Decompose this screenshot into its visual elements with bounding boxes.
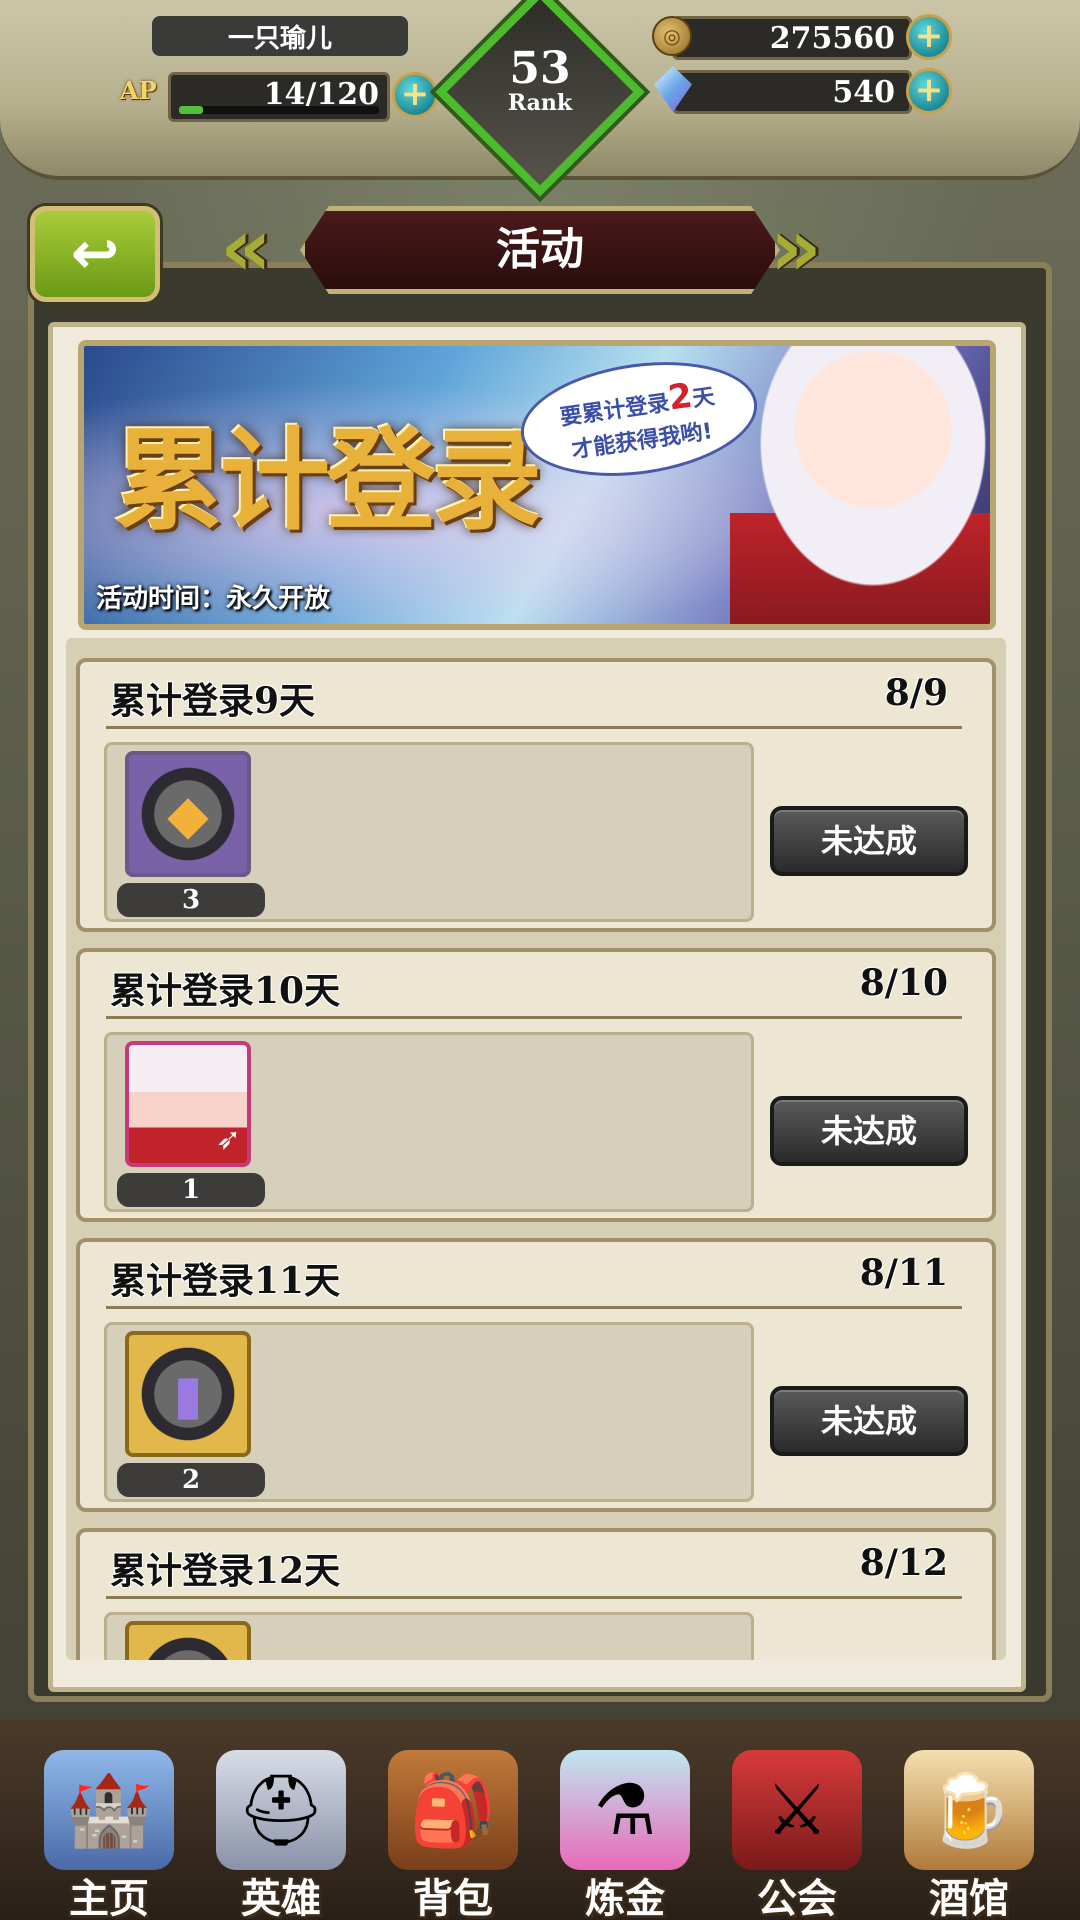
rank-number: 53 [509, 43, 571, 94]
purple-ticket-icon: ▮ [173, 1362, 203, 1426]
reward-card: 累计登录11天 8/11 ▮ 2 未达成 [76, 1238, 996, 1512]
reward-item-slot[interactable]: ▮ [125, 1331, 251, 1457]
back-arrow-icon: ↩ [70, 219, 120, 287]
crystal-shard-icon: ◆ [129, 1625, 247, 1661]
knight-helmet-icon: ⛑ [216, 1750, 346, 1870]
back-button[interactable]: ↩ [30, 206, 160, 302]
reward-list[interactable]: 累计登录9天 8/9 ◆ 3 未达成 累计登录10天 8/10 ➶ 1 未达成 … [66, 638, 1006, 1660]
gem-display: 540 [672, 70, 912, 114]
player-name: 一只瑜儿 [152, 16, 408, 56]
reward-card: 累计登录10天 8/10 ➶ 1 未达成 [76, 948, 996, 1222]
reward-item-count: 2 [117, 1463, 265, 1497]
reward-progress: 8/12 [859, 1542, 948, 1584]
nav-alchemy[interactable]: ⚗ 炼金 [540, 1720, 710, 1920]
claim-status-button[interactable]: 未达成 [770, 1386, 968, 1456]
divider [106, 1016, 962, 1019]
bottom-nav: 🏰 主页 ⛑ 英雄 🎒 背包 ⚗ 炼金 ⚔ 公会 🍺 酒馆 [0, 1720, 1080, 1920]
gem-value: 540 [832, 74, 895, 110]
castle-icon: 🏰 [44, 1750, 174, 1870]
chevron-right-decor-icon: » [770, 201, 822, 294]
reward-progress: 8/10 [859, 962, 948, 1004]
nav-tavern-label: 酒馆 [929, 1875, 1009, 1920]
reward-items-box: ➶ 1 [104, 1032, 754, 1212]
divider [106, 1306, 962, 1309]
gold-coin-icon: ◎ [652, 16, 692, 56]
ap-fill [179, 106, 203, 114]
gold-display: 275560 [672, 16, 912, 60]
nav-guild[interactable]: ⚔ 公会 [712, 1720, 882, 1920]
add-ap-button[interactable]: + [392, 72, 438, 118]
ap-label: AP [120, 76, 157, 105]
reward-title: 累计登录10天 [110, 970, 341, 1012]
reward-progress: 8/9 [884, 672, 948, 714]
reward-items-box: ◆ [104, 1612, 754, 1660]
reward-item-count: 3 [117, 883, 265, 917]
add-gold-button[interactable]: + [906, 14, 952, 60]
potion-icon: ⚗ [560, 1750, 690, 1870]
reward-progress: 8/11 [859, 1252, 948, 1294]
reward-item-count: 1 [117, 1173, 265, 1207]
event-time: 活动时间：永久开放 [96, 584, 331, 614]
amber-crystal-icon: ◆ [167, 782, 209, 846]
reward-items-box: ▮ 2 [104, 1322, 754, 1502]
nav-heroes-label: 英雄 [241, 1875, 321, 1920]
bubble-highlight: 2 [665, 375, 695, 419]
event-banner: 累计登录 要累计登录2天 才能获得我哟! 活动时间：永久开放 [78, 340, 996, 630]
rank-badge-text: 53 Rank [466, 43, 614, 116]
guild-shield-icon: ⚔ [732, 1750, 862, 1870]
rank-label: Rank [507, 90, 573, 116]
divider [106, 1596, 962, 1599]
claim-status-button[interactable]: 未达成 [770, 1096, 968, 1166]
backpack-icon: 🎒 [388, 1750, 518, 1870]
reward-card: 累计登录9天 8/9 ◆ 3 未达成 [76, 658, 996, 932]
ap-stamina-bar: 14/120 [168, 72, 390, 122]
nav-guild-label: 公会 [757, 1875, 837, 1920]
nav-alchemy-label: 炼金 [585, 1875, 665, 1920]
chevron-left-decor-icon: « [220, 201, 272, 294]
reward-items-box: ◆ 3 [104, 742, 754, 922]
reward-card: 累计登录12天 8/12 ◆ [76, 1528, 996, 1660]
reward-item-slot[interactable]: ➶ [125, 1041, 251, 1167]
reward-item-slot[interactable]: ◆ [125, 751, 251, 877]
divider [106, 726, 962, 729]
gold-value: 275560 [769, 20, 895, 56]
claim-status-button[interactable]: 未达成 [770, 806, 968, 876]
nav-backpack[interactable]: 🎒 背包 [368, 1720, 538, 1920]
page-title: 活动 [496, 224, 584, 275]
bubble-line-1-end: 天 [690, 384, 717, 413]
nav-home[interactable]: 🏰 主页 [24, 1720, 194, 1920]
nav-tavern[interactable]: 🍺 酒馆 [884, 1720, 1054, 1920]
banner-character-art [730, 346, 990, 624]
nav-backpack-label: 背包 [413, 1875, 493, 1920]
nav-home-label: 主页 [69, 1875, 149, 1920]
tavern-food-icon: 🍺 [904, 1750, 1034, 1870]
hero-portrait-icon: ➶ [215, 1122, 241, 1157]
nav-heroes[interactable]: ⛑ 英雄 [196, 1720, 366, 1920]
ap-fill-track [179, 106, 379, 114]
reward-title: 累计登录12天 [110, 1550, 341, 1592]
reward-title: 累计登录11天 [110, 1260, 341, 1302]
reward-item-slot[interactable]: ◆ [125, 1621, 251, 1660]
reward-title: 累计登录9天 [110, 680, 316, 722]
add-gems-button[interactable]: + [906, 68, 952, 114]
